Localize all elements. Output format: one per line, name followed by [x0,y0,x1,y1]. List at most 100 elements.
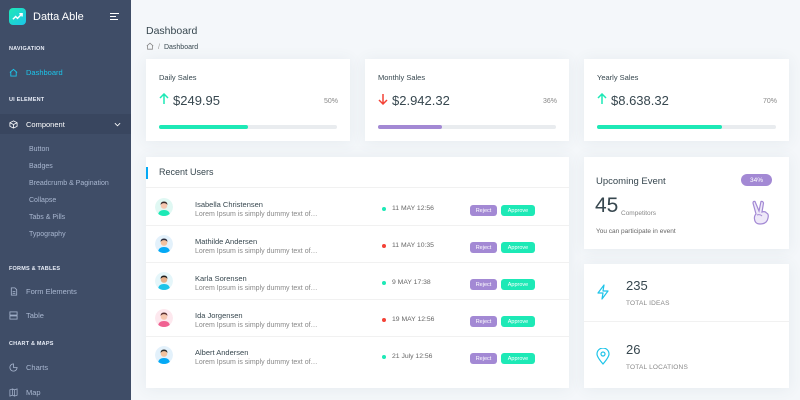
breadcrumb-current[interactable]: Dashboard [164,44,198,51]
date-text: 21 July 12:56 [392,353,433,360]
avatar [155,272,173,290]
table-row: Isabella Christensen Lorem Ipsum is simpl… [146,189,569,226]
sales-amount: $249.95 [173,93,220,108]
box-icon [9,119,18,129]
progress-fill [159,125,248,129]
avatar [155,346,173,364]
date-text: 19 MAY 12:56 [392,316,435,323]
page-title: Dashboard [146,25,198,37]
sales-value: $249.95 [159,92,220,108]
arrow-down-icon [378,93,388,108]
user-name: Karla Sorensen [195,274,247,283]
submenu-item-tabs[interactable]: Tabs & Pills [29,214,65,221]
date-text: 11 MAY 12:56 [392,205,434,212]
file-text-icon [9,286,18,296]
brand-name: Datta Able [33,10,84,23]
stat-label: TOTAL LOCATIONS [626,364,688,371]
approve-button[interactable]: Approve [501,242,535,253]
status-dot [382,280,386,285]
sidebar-item-label: Form Elements [26,286,77,296]
stat-label: TOTAL IDEAS [626,300,670,307]
sales-amount: $2.942.32 [392,93,450,108]
event-description: You can participate in event [596,228,676,235]
location-pin-icon [596,347,610,365]
user-date: 11 MAY 10:35 [382,242,434,249]
stat-value: 26 [626,342,641,357]
event-badge: 34% [741,174,772,186]
breadcrumb-separator: / [158,43,160,51]
avatar [155,235,173,253]
table-row: Mathilde Andersen Lorem Ipsum is simply d… [146,226,569,263]
progress-fill [378,125,443,129]
user-description: Lorem Ipsum is simply dummy text of… [195,211,318,218]
sidebar-item-component[interactable]: Component [0,114,131,134]
sales-value: $2.942.32 [378,93,450,108]
reject-button[interactable]: Reject [470,205,497,216]
sidebar-item-charts[interactable]: Charts [0,357,131,377]
card-title: Recent Users [159,167,214,177]
sales-amount: $8.638.32 [611,93,669,108]
event-count: 45 [595,194,619,217]
sales-title: Daily Sales [159,73,197,82]
header-accent-bar [146,167,148,179]
user-description: Lorem Ipsum is simply dummy text of… [195,359,318,366]
date-text: 11 MAY 10:35 [392,242,434,249]
lightning-icon [596,284,610,300]
user-description: Lorem Ipsum is simply dummy text of… [195,285,318,292]
user-name: Ida Jorgensen [195,311,243,320]
sales-card-monthly: Monthly Sales $2.942.32 36% [365,59,569,141]
sidebar-item-table[interactable]: Table [0,305,131,325]
chevron-down-icon [114,120,121,129]
sidebar: Datta Able NAVIGATION Dashboard UI ELEME… [0,0,131,400]
reject-button[interactable]: Reject [470,316,497,327]
map-icon [9,387,18,397]
approve-button[interactable]: Approve [501,353,535,364]
user-date: 11 MAY 12:56 [382,205,434,212]
approve-button[interactable]: Approve [501,316,535,327]
approve-button[interactable]: Approve [501,279,535,290]
submenu-item-badges[interactable]: Badges [29,163,53,170]
sidebar-item-map[interactable]: Map [0,382,131,400]
date-text: 9 MAY 17:38 [392,279,431,286]
sidebar-item-dashboard[interactable]: Dashboard [0,62,131,82]
brand-logo-icon[interactable] [9,8,26,25]
sidebar-item-form-elements[interactable]: Form Elements [0,281,131,301]
menu-toggle-icon[interactable] [110,13,119,20]
arrow-up-icon [159,92,169,108]
sales-percent: 70% [762,98,777,105]
submenu-item-breadcrumb[interactable]: Breadcrumb & Pagination [29,180,109,187]
user-date: 19 MAY 12:56 [382,316,434,323]
server-icon [9,310,18,320]
victory-hand-icon [750,200,772,226]
submenu-item-typography[interactable]: Typography [29,231,66,238]
card-header: Recent Users [146,157,569,188]
avatar [155,309,173,327]
submenu-item-button[interactable]: Button [29,146,49,153]
approve-button[interactable]: Approve [501,205,535,216]
stat-total-locations: 26 TOTAL LOCATIONS [584,328,789,386]
progress-bar [378,125,556,129]
reject-button[interactable]: Reject [470,279,497,290]
home-icon[interactable] [146,42,154,52]
table-row: Ida Jorgensen Lorem Ipsum is simply dummy… [146,300,569,337]
user-description: Lorem Ipsum is simply dummy text of… [195,322,318,329]
reject-button[interactable]: Reject [470,242,497,253]
reject-button[interactable]: Reject [470,353,497,364]
status-dot [382,317,386,322]
brand: Datta Able [0,0,131,33]
table-row: Albert Andersen Lorem Ipsum is simply dum… [146,337,569,374]
caption-forms-tables: FORMS & TABLES [9,266,61,272]
table-row: Karla Sorensen Lorem Ipsum is simply dumm… [146,263,569,300]
progress-bar [159,125,337,129]
pie-chart-icon [9,362,18,372]
submenu-item-collapse[interactable]: Collapse [29,197,56,204]
user-name: Albert Andersen [195,348,249,357]
stat-total-ideas: 235 TOTAL IDEAS [584,264,789,322]
sidebar-item-label: Map [26,387,41,397]
sidebar-item-label: Table [26,310,44,320]
event-count-label: Competitors [621,210,657,217]
sidebar-item-label: Component [26,119,65,129]
recent-users-card: Recent Users Isabella Christensen Lorem I… [146,157,569,388]
stats-card: 235 TOTAL IDEAS 26 TOTAL LOCATIONS [584,264,789,388]
status-dot [382,354,386,359]
